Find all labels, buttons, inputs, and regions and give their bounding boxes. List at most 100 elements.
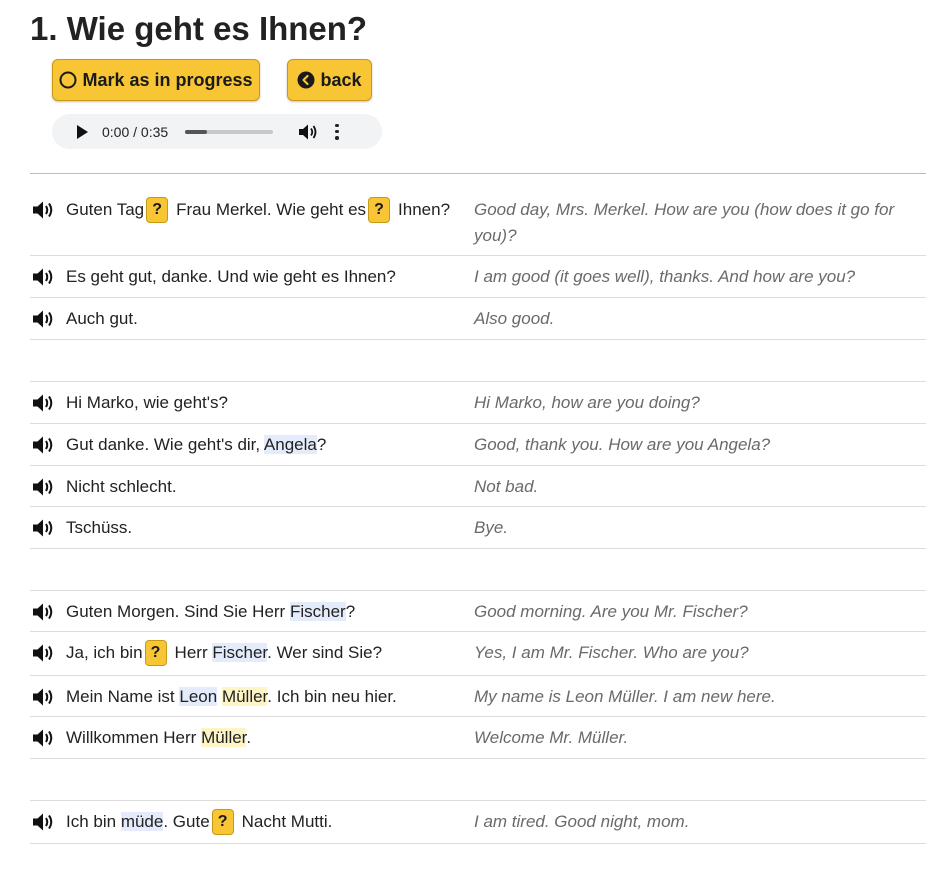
speaker-icon[interactable]: [32, 728, 58, 748]
german-segment: Frau Merkel. Wie geht es: [176, 200, 367, 219]
speaker-icon[interactable]: [32, 602, 58, 622]
german-text: Ja, ich bin? Herr Fischer. Wer sind Sie?: [66, 640, 382, 666]
chevron-left-circle-icon: [297, 71, 315, 89]
dialogue-row: Ich bin müde. Gute? Nacht Mutti. I am tire…: [30, 801, 926, 844]
circle-outline-icon: [59, 71, 77, 89]
german-segment: Mein Name ist: [66, 687, 180, 706]
hint-button[interactable]: ?: [368, 197, 391, 223]
audio-player[interactable]: 0:00 / 0:35: [52, 114, 382, 149]
german-cell: Gut danke. Wie geht's dir, Angela?: [30, 432, 474, 458]
german-text: Hi Marko, wie geht's?: [66, 390, 228, 416]
german-segment: Hi Marko, wie geht's?: [66, 393, 228, 412]
german-segment: .: [246, 728, 252, 747]
highlighted-word[interactable]: Müller: [201, 728, 247, 747]
german-text: Nicht schlecht.: [66, 474, 177, 500]
german-cell: Mein Name ist Leon Müller. Ich bin neu h…: [30, 684, 474, 710]
german-segment: Guten Morgen. Sind Sie Herr: [66, 602, 290, 621]
speaker-icon[interactable]: [32, 643, 58, 663]
english-translation: Also good.: [474, 309, 555, 328]
german-text: Willkommen Herr Müller.: [66, 725, 251, 751]
german-text: Es geht gut, danke. Und wie geht es Ihne…: [66, 264, 396, 290]
german-cell: Willkommen Herr Müller.: [30, 725, 474, 751]
german-cell: Guten Morgen. Sind Sie Herr Fischer?: [30, 599, 474, 625]
german-cell: Guten Tag? Frau Merkel. Wie geht es? Ihnen…: [30, 197, 474, 223]
back-label: back: [320, 69, 362, 90]
divider: [30, 173, 926, 174]
dialogue-table: Guten Tag? Frau Merkel. Wie geht es? Ihnen…: [30, 189, 926, 844]
german-text: Mein Name ist Leon Müller. Ich bin neu h…: [66, 684, 397, 710]
speaker-icon[interactable]: [32, 477, 58, 497]
german-segment: Guten Tag: [66, 200, 145, 219]
german-segment: Gut danke. Wie geht's dir,: [66, 435, 264, 454]
german-segment: . Wer sind Sie?: [267, 643, 383, 662]
dialogue-separator: [30, 759, 926, 801]
german-text: Ich bin müde. Gute? Nacht Mutti.: [66, 809, 332, 835]
highlighted-word[interactable]: Fischer: [289, 602, 346, 621]
speaker-icon[interactable]: [32, 435, 58, 455]
german-text: Guten Tag? Frau Merkel. Wie geht es? Ihnen…: [66, 197, 450, 223]
german-segment: . Gute: [163, 812, 210, 831]
english-translation: I am good (it goes well), thanks. And ho…: [474, 267, 856, 286]
page-title: 1. Wie geht es Ihnen?: [30, 10, 368, 47]
back-button[interactable]: back: [287, 59, 372, 101]
german-segment: Tschüss.: [66, 518, 133, 537]
english-translation: Not bad.: [474, 477, 539, 496]
dialogue-row: Nicht schlecht. Not bad.: [30, 466, 926, 507]
more-options-icon[interactable]: [334, 123, 340, 140]
german-segment: Es geht gut, danke. Und wie geht es Ihne…: [66, 267, 396, 286]
german-cell: Auch gut.: [30, 306, 474, 332]
mark-in-progress-button[interactable]: Mark as in progress: [52, 59, 260, 101]
hint-button[interactable]: ?: [144, 640, 167, 666]
highlighted-word[interactable]: Müller: [221, 687, 268, 706]
german-segment: Ja, ich bin: [66, 643, 143, 662]
speaker-icon[interactable]: [32, 309, 58, 329]
english-translation: My name is Leon Müller. I am new here.: [474, 687, 776, 706]
hint-button[interactable]: ?: [211, 809, 234, 835]
volume-icon[interactable]: [298, 123, 318, 141]
german-segment: Ich bin: [66, 812, 121, 831]
audio-time: 0:00 / 0:35: [102, 124, 168, 140]
german-cell: Nicht schlecht.: [30, 474, 474, 500]
german-cell: Hi Marko, wie geht's?: [30, 390, 474, 416]
english-translation: Yes, I am Mr. Fischer. Who are you?: [474, 643, 749, 662]
hint-button[interactable]: ?: [146, 197, 169, 223]
german-text: Guten Morgen. Sind Sie Herr Fischer?: [66, 599, 355, 625]
dialogue-separator: [30, 549, 926, 591]
english-translation: I am tired. Good night, mom.: [474, 812, 690, 831]
speaker-icon[interactable]: [32, 687, 58, 707]
dialogue-row: Hi Marko, wie geht's? Hi Marko, how are y…: [30, 382, 926, 424]
german-text: Tschüss.: [66, 515, 132, 541]
speaker-icon[interactable]: [32, 200, 58, 220]
german-segment: Willkommen Herr: [66, 728, 202, 747]
speaker-icon[interactable]: [32, 267, 58, 287]
dialogue-row: Guten Morgen. Sind Sie Herr Fischer? Good…: [30, 591, 926, 632]
highlighted-word[interactable]: müde: [120, 812, 164, 831]
dialogue-row: Willkommen Herr Müller. Welcome Mr. Mülle…: [30, 717, 926, 759]
german-segment: ?: [316, 435, 327, 454]
highlighted-word[interactable]: Leon: [179, 687, 218, 706]
english-translation: Hi Marko, how are you doing?: [474, 393, 700, 412]
highlighted-word[interactable]: Angela: [263, 435, 317, 454]
english-translation: Welcome Mr. Müller.: [474, 728, 629, 747]
german-segment: Auch gut.: [66, 309, 138, 328]
dialogue-row: Auch gut. Also good.: [30, 298, 926, 340]
german-cell: Ja, ich bin? Herr Fischer. Wer sind Sie?: [30, 640, 474, 666]
german-text: Gut danke. Wie geht's dir, Angela?: [66, 432, 326, 458]
german-text: Auch gut.: [66, 306, 138, 332]
german-segment: . Ich bin neu hier.: [267, 687, 397, 706]
english-translation: Good day, Mrs. Merkel. How are you (how …: [474, 200, 895, 245]
speaker-icon[interactable]: [32, 518, 58, 538]
speaker-icon[interactable]: [32, 812, 58, 832]
dialogue-separator: [30, 340, 926, 382]
english-translation: Bye.: [474, 518, 509, 537]
audio-duration: 0:35: [140, 123, 169, 140]
speaker-icon[interactable]: [32, 393, 58, 413]
german-cell: Tschüss.: [30, 515, 474, 541]
play-icon[interactable]: [76, 124, 90, 139]
audio-seek-bar[interactable]: [185, 129, 274, 134]
highlighted-word[interactable]: Fischer: [212, 643, 268, 662]
german-segment: ?: [345, 602, 356, 621]
audio-current-time: 0:00: [102, 123, 130, 140]
german-cell: Es geht gut, danke. Und wie geht es Ihne…: [30, 264, 474, 290]
english-translation: Good, thank you. How are you Angela?: [474, 435, 771, 454]
